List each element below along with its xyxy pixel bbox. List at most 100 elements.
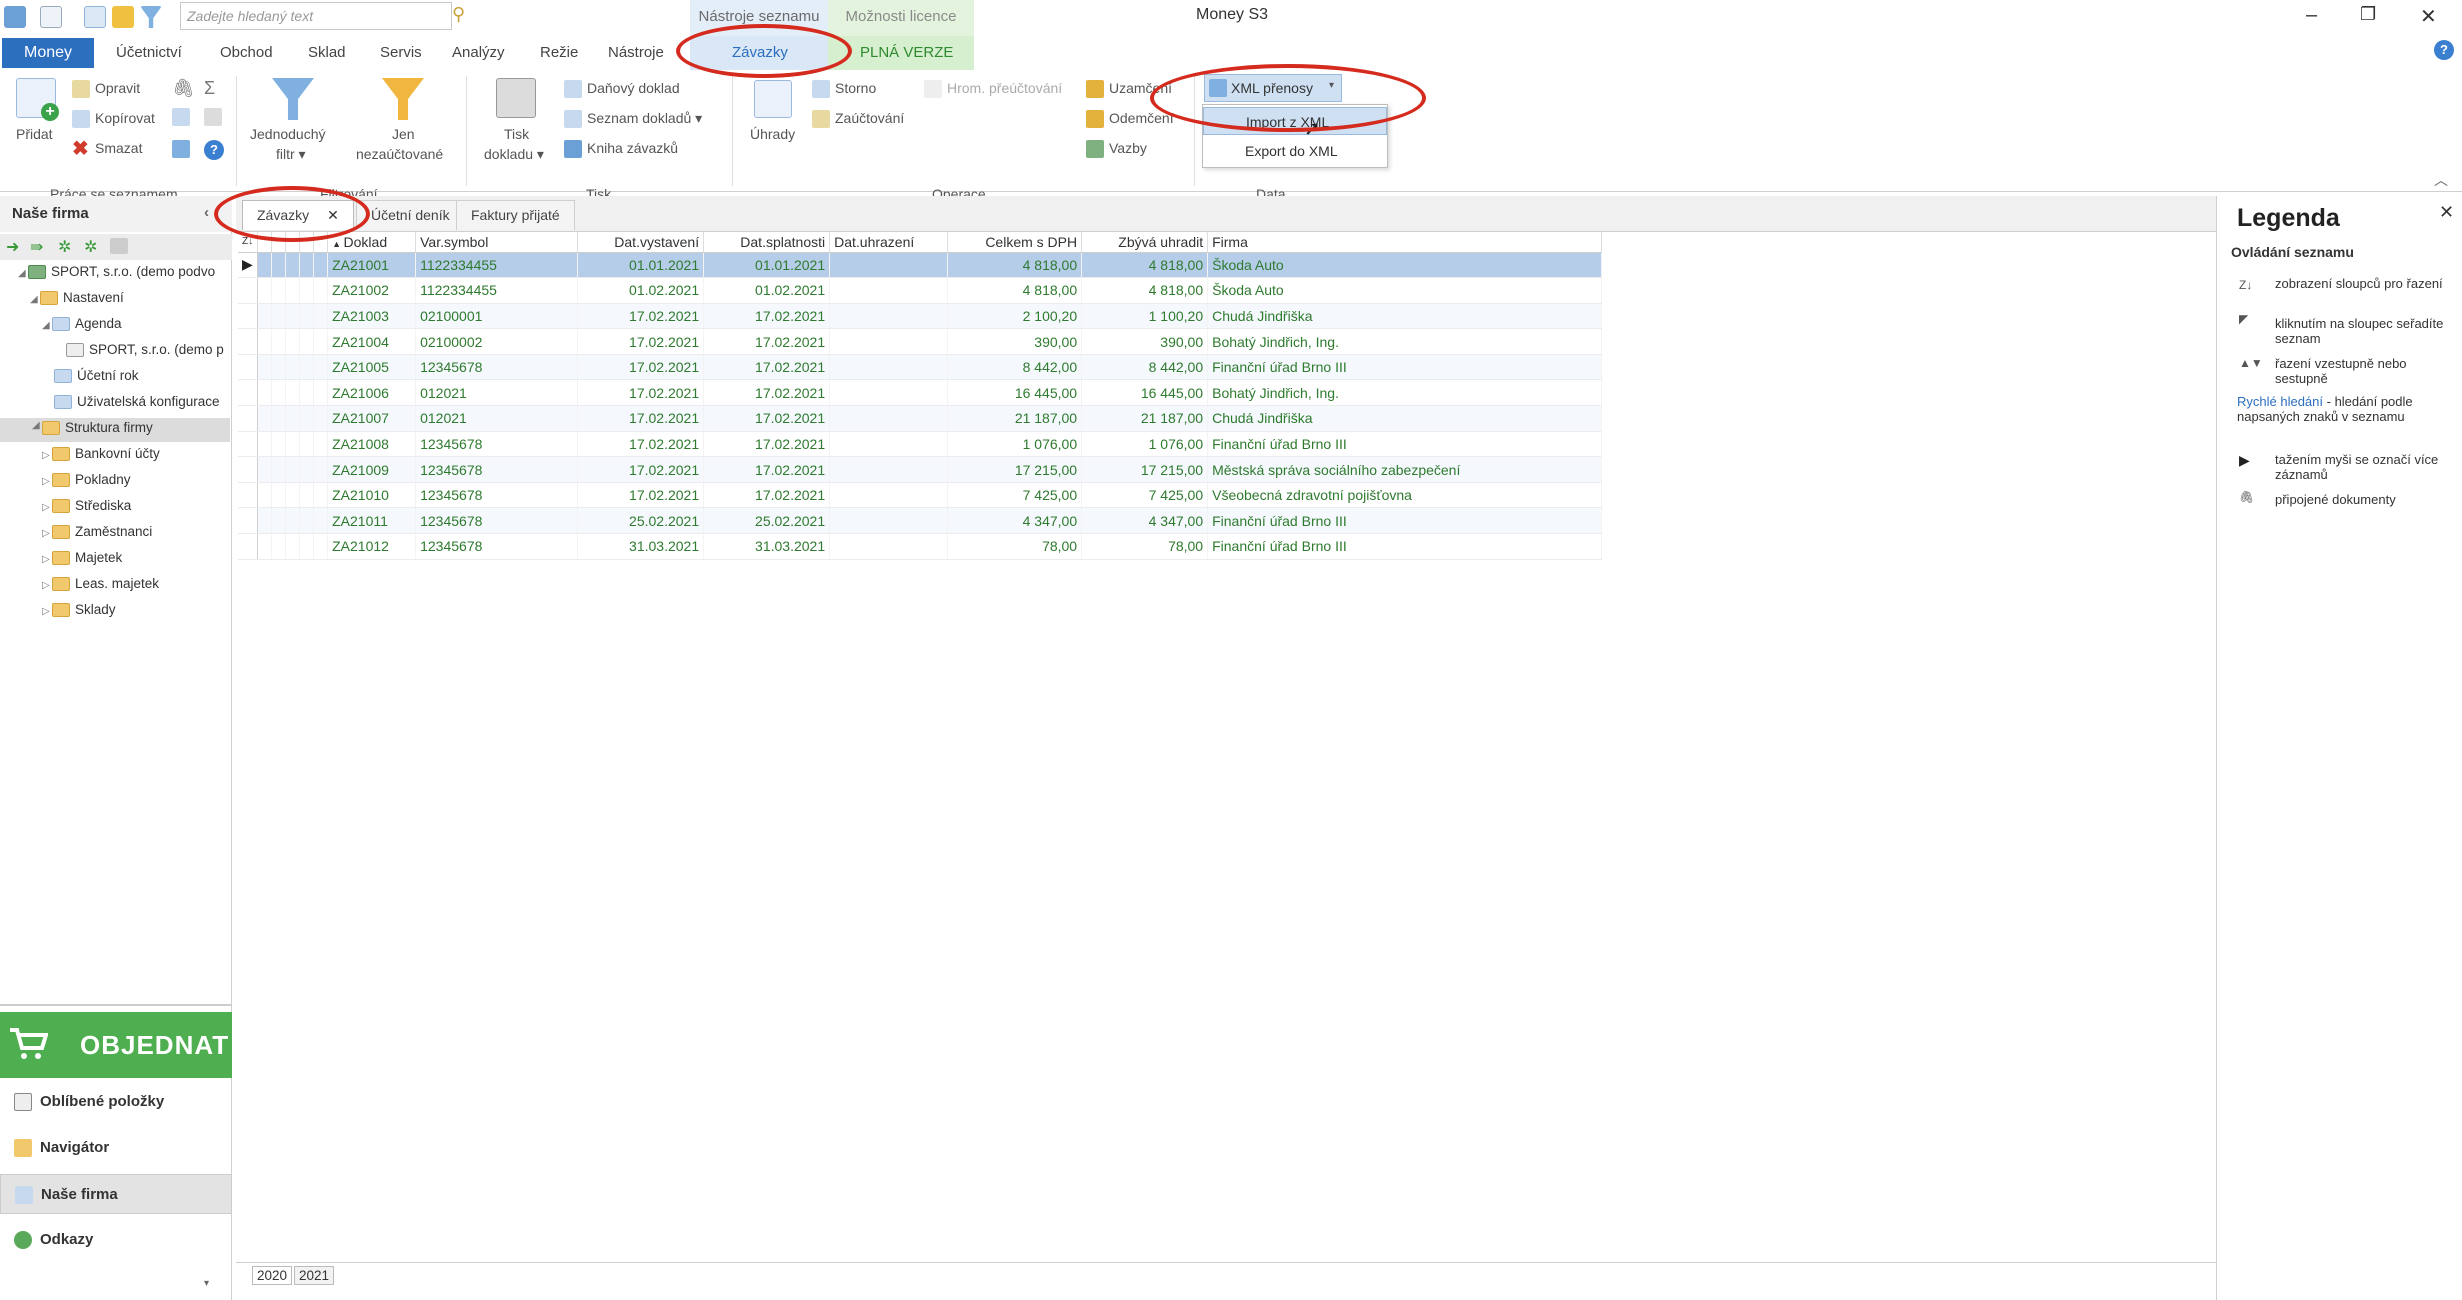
tab-money[interactable]: Money	[2, 38, 94, 68]
col-attach[interactable]	[313, 232, 329, 253]
forward-icon[interactable]: ➜	[6, 237, 19, 257]
row-gutter[interactable]	[238, 405, 259, 432]
tab-rezie[interactable]: Režie	[540, 44, 578, 61]
uhrady-button[interactable]: Úhrady	[750, 126, 795, 142]
export-icon[interactable]	[172, 108, 190, 126]
tab-nastroje[interactable]: Nástroje	[608, 44, 664, 61]
nav-oblibene-polozky[interactable]: Oblíbené položky	[0, 1082, 232, 1122]
more-nav-icon[interactable]: ▾	[204, 1278, 209, 1289]
search-input[interactable]: Zadejte hledaný text	[180, 2, 452, 30]
table-row[interactable]: ZA21004 02100002 17.02.2021 17.02.2021 390,0…	[238, 328, 1603, 355]
tab-obchod[interactable]: Obchod	[220, 44, 273, 61]
info-help-icon[interactable]: ?	[204, 140, 224, 160]
kopirovat-button[interactable]: Kopírovat	[72, 110, 155, 129]
jen-nezauctovane-button[interactable]: Jen	[392, 126, 415, 142]
tab-plna-verze[interactable]: PLNÁ VERZE	[860, 44, 953, 61]
opravit-button[interactable]: Opravit	[72, 80, 140, 99]
tab-servis[interactable]: Servis	[380, 44, 422, 61]
export-do-xml-item[interactable]: Export do XML	[1203, 137, 1387, 165]
seznam-dokladu-button[interactable]: Seznam dokladů ▾	[564, 110, 702, 129]
tab-doc-ucetni-denik[interactable]: Účetní deník	[356, 200, 465, 230]
col-flag-1[interactable]	[257, 232, 273, 253]
tree-item-pokladny[interactable]: ▷ Pokladny	[42, 472, 131, 488]
pridat-button[interactable]: Přidat	[16, 126, 53, 142]
tree-item-sport[interactable]: ◢ SPORT, s.r.o. (demo podvo	[18, 264, 215, 280]
restore-button[interactable]: ❐	[2360, 4, 2376, 25]
tree-item-sklady[interactable]: ▷ Sklady	[42, 602, 116, 618]
kniha-zavazku-button[interactable]: Kniha závazků	[564, 140, 678, 159]
tree-item-leas-majetek[interactable]: ▷ Leas. majetek	[42, 576, 159, 592]
import-z-xml-item[interactable]: Import z XML	[1203, 107, 1387, 135]
tree-item-majetek[interactable]: ▷ Majetek	[42, 550, 122, 566]
objednat-button[interactable]: OBJEDNAT	[0, 1012, 232, 1078]
close-button[interactable]: ✕	[2420, 4, 2437, 29]
row-pointer-icon[interactable]: ▶	[238, 252, 259, 279]
row-gutter[interactable]	[238, 303, 259, 330]
qat-bulb-icon[interactable]	[84, 6, 106, 28]
tree-item-sport-agenda[interactable]: SPORT, s.r.o. (demo p	[66, 342, 224, 358]
table-row[interactable]: ZA21003 02100001 17.02.2021 17.02.2021 2 100…	[238, 303, 1603, 330]
collapse-icon[interactable]: ✲	[84, 237, 97, 257]
table-row[interactable]: ZA21011 12345678 25.02.2021 25.02.2021 4 347…	[238, 507, 1603, 535]
minimize-button[interactable]: –	[2306, 4, 2317, 27]
col-header-dat-vystaveni[interactable]: Dat.vystavení	[577, 232, 705, 253]
row-gutter[interactable]	[238, 456, 259, 483]
tab-analyzy[interactable]: Analýzy	[452, 44, 505, 61]
nav-navigator[interactable]: Navigátor	[0, 1128, 232, 1168]
tree-item-bankovni-ucty[interactable]: ▷ Bankovní účty	[42, 446, 160, 462]
tree-item-zamestnanci[interactable]: ▷ Zaměstnanci	[42, 524, 152, 540]
collapse-panel-icon[interactable]: ‹	[204, 204, 209, 221]
attach-icon[interactable]: 🖇	[172, 78, 195, 99]
tree-item-struktura-firmy[interactable]: ◢ Struktura firmy	[0, 418, 230, 442]
collapse-ribbon-icon[interactable]: ︿	[2434, 170, 2448, 190]
col-flag-3[interactable]	[285, 232, 301, 253]
qat-menu-icon[interactable]	[40, 6, 62, 28]
jednoduchy-filtr-button[interactable]: Jednoduchý	[250, 126, 326, 142]
col-header-var-symbol[interactable]: Var.symbol	[415, 232, 579, 253]
table-row[interactable]: ZA21005 12345678 17.02.2021 17.02.2021 8 442…	[238, 354, 1603, 381]
tree-item-nastaveni[interactable]: ◢ Nastavení	[30, 290, 124, 306]
print-tree-icon[interactable]	[110, 238, 128, 254]
app-icon[interactable]	[4, 6, 26, 28]
table-row[interactable]: ZA21008 12345678 17.02.2021 17.02.2021 1 076…	[238, 431, 1603, 458]
nav-nase-firma[interactable]: Naše firma	[0, 1174, 232, 1214]
tree-item-ucetni-rok[interactable]: Účetní rok	[54, 368, 139, 384]
col-flag-2[interactable]	[271, 232, 287, 253]
tab-sklad[interactable]: Sklad	[308, 44, 346, 61]
row-gutter[interactable]	[238, 328, 259, 355]
row-gutter[interactable]	[238, 482, 259, 509]
column-chooser-icon[interactable]: Z↓	[238, 232, 259, 253]
tab-doc-zavazky[interactable]: Závazky ✕	[242, 200, 354, 230]
table-row[interactable]: ZA21012 12345678 31.03.2021 31.03.2021 78,00…	[238, 533, 1603, 560]
nav-odkazy[interactable]: Odkazy	[0, 1220, 232, 1260]
tree-item-agenda[interactable]: ◢ Agenda	[42, 316, 122, 332]
sum-icon[interactable]: Σ	[204, 78, 215, 99]
storno-button[interactable]: Storno	[812, 80, 876, 99]
qat-folder-icon[interactable]	[112, 6, 134, 28]
smazat-button[interactable]: ✖ Smazat	[72, 139, 142, 159]
col-header-dat-splatnosti[interactable]: Dat.splatnosti	[703, 232, 831, 253]
help-icon[interactable]: ?	[2434, 40, 2454, 60]
qat-filter-icon[interactable]	[140, 6, 162, 28]
tab-zavazky[interactable]: Závazky	[732, 44, 788, 61]
row-gutter[interactable]	[238, 379, 259, 407]
col-header-doklad[interactable]: ▲ Doklad	[327, 232, 417, 253]
col-header-celkem-s-dph[interactable]: Celkem s DPH	[947, 232, 1083, 253]
row-gutter[interactable]	[238, 277, 259, 304]
tree-item-uzivatelska-konfigurace[interactable]: Uživatelská konfigurace	[54, 394, 220, 410]
year-tab-2021[interactable]: 2021	[294, 1266, 335, 1285]
row-gutter[interactable]	[238, 354, 259, 381]
tisk-dokladu-button[interactable]: Tisk	[504, 126, 529, 142]
year-tab-2020[interactable]: 2020	[252, 1266, 293, 1285]
col-flag-4[interactable]	[299, 232, 315, 253]
table-row[interactable]: ZA21009 12345678 17.02.2021 17.02.2021 17 21…	[238, 456, 1603, 483]
settings-icon[interactable]	[204, 108, 222, 126]
table-row[interactable]: ZA21010 12345678 17.02.2021 17.02.2021 7 425…	[238, 482, 1603, 509]
hrom-preuctovani-button[interactable]: Hrom. přeúčtování	[924, 80, 1062, 99]
table-row[interactable]: ZA21002 1122334455 01.02.2021 01.02.2021 4 8…	[238, 277, 1603, 304]
row-gutter[interactable]	[238, 431, 259, 458]
table-row[interactable]: ▶ ZA21001 1122334455 01.01.2021 01.01.2021 4 …	[238, 252, 1603, 279]
zauctovani-button[interactable]: Zaúčtování	[812, 110, 904, 129]
close-tab-icon[interactable]: ✕	[327, 207, 339, 223]
col-header-dat-uhrazeni[interactable]: Dat.uhrazení	[829, 232, 949, 253]
